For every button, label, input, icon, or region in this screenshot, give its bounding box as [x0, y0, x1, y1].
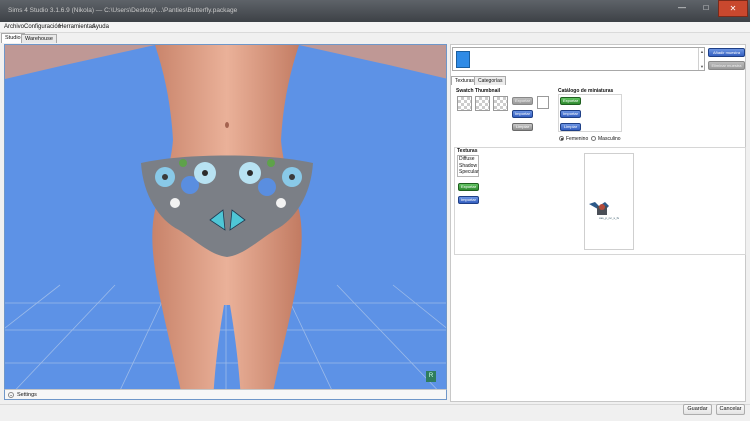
- scroll-down-icon[interactable]: ▼: [700, 64, 704, 69]
- radio-femenino[interactable]: [559, 136, 564, 141]
- swatch-color-box[interactable]: [537, 96, 549, 109]
- remove-swatch-button[interactable]: Eliminar muestra: [708, 61, 745, 70]
- textures-title: Texturas: [457, 148, 478, 154]
- swatch-item[interactable]: [456, 51, 470, 68]
- radio-femenino-label: Femenino: [566, 136, 589, 142]
- swatch-list[interactable]: ▲ ▼: [452, 47, 705, 71]
- swatch-import-button[interactable]: Importar: [512, 110, 533, 118]
- render-corner-badge[interactable]: R: [426, 371, 436, 382]
- add-swatch-button[interactable]: Añadir muestra: [708, 48, 745, 57]
- settings-bar[interactable]: ⌄ Settings: [4, 389, 447, 400]
- menu-bar: Archivo Configuración Herramientas Ayuda: [0, 22, 750, 33]
- model-viewport[interactable]: R: [4, 44, 447, 400]
- texture-preview-caption: cas_p_nc_s_fs: [598, 216, 619, 220]
- thumbnail-slot[interactable]: [475, 96, 490, 111]
- texture-item-specular[interactable]: Specular: [458, 169, 479, 176]
- thumbnail-slot[interactable]: [457, 96, 472, 111]
- swatch-thumbnail-title: Swatch Thumbnail: [456, 88, 501, 94]
- main-tabs: Studio Warehouse: [0, 33, 750, 43]
- radio-masculino-label: Masculino: [598, 136, 621, 142]
- maximize-icon[interactable]: □: [694, 0, 718, 17]
- chevron-down-icon[interactable]: ⌄: [8, 392, 14, 398]
- cancel-button[interactable]: Cancelar: [716, 404, 745, 415]
- title-bar: Sims 4 Studio 3.1.6.9 (Nikola) — C:\User…: [0, 0, 750, 22]
- menu-herramientas[interactable]: Herramientas: [59, 24, 95, 30]
- radio-masculino[interactable]: [591, 136, 596, 141]
- close-icon[interactable]: ✕: [718, 0, 748, 17]
- texture-list[interactable]: Diffuse Shadow Specular: [457, 155, 479, 177]
- texture-preview: cas_p_nc_s_fs: [584, 153, 634, 250]
- catalog-import-button[interactable]: Importar: [560, 110, 581, 118]
- settings-label: Settings: [17, 392, 37, 398]
- catalog-export-button[interactable]: Exportar: [560, 97, 581, 105]
- texture-preview-image: [589, 202, 609, 215]
- tab-warehouse[interactable]: Warehouse: [21, 34, 57, 43]
- footer-bar: [0, 404, 750, 421]
- swatch-clean-button[interactable]: Limpiar: [512, 123, 533, 131]
- save-button[interactable]: Guardar: [683, 404, 712, 415]
- window-title: Sims 4 Studio 3.1.6.9 (Nikola) — C:\User…: [8, 7, 238, 14]
- scroll-up-icon[interactable]: ▲: [700, 49, 704, 54]
- menu-configuracion[interactable]: Configuración: [24, 24, 61, 30]
- swatch-list-scrollbar[interactable]: ▲ ▼: [698, 48, 704, 70]
- menu-ayuda[interactable]: Ayuda: [92, 24, 109, 30]
- catalog-clean-button[interactable]: Limpiar: [560, 123, 581, 131]
- swatch-export-button[interactable]: Exportar: [512, 97, 533, 105]
- tab-categorias[interactable]: Categorías: [474, 76, 507, 85]
- menu-archivo[interactable]: Archivo: [4, 24, 24, 30]
- texture-export-button[interactable]: Exportar: [458, 183, 479, 191]
- texture-import-button[interactable]: Importar: [458, 196, 479, 204]
- thumbnail-slot[interactable]: [493, 96, 508, 111]
- model-render: [5, 45, 446, 399]
- minimize-icon[interactable]: —: [670, 0, 694, 17]
